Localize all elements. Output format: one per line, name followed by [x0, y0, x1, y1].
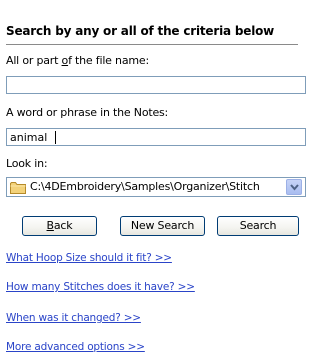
filename-field[interactable]	[6, 76, 306, 94]
text-caret	[55, 131, 56, 144]
look-in-label: Look in:	[6, 157, 48, 170]
hoop-size-link[interactable]: What Hoop Size should it fit? >>	[6, 252, 172, 264]
notes-field[interactable]	[6, 128, 306, 146]
look-in-value: C:\4DEmbroidery\Samples\Organizer\Stitch	[30, 180, 260, 193]
filename-input[interactable]	[7, 77, 305, 93]
changed-link[interactable]: When was it changed? >>	[6, 312, 141, 324]
filename-label-post: f the file name:	[68, 54, 149, 67]
notes-label: A word or phrase in the Notes:	[6, 106, 169, 119]
advanced-options-link[interactable]: More advanced options >>	[6, 341, 145, 353]
search-criteria-header: Search by any or all of the criteria bel…	[6, 22, 298, 45]
header-title: Search by any or all of the criteria bel…	[6, 24, 275, 38]
notes-input[interactable]	[7, 129, 305, 145]
back-button-accesskey: B	[46, 219, 55, 232]
look-in-combobox[interactable]: C:\4DEmbroidery\Samples\Organizer\Stitch	[6, 177, 306, 197]
filename-label: All or part of the file name:	[6, 54, 149, 67]
back-button[interactable]: Back	[22, 216, 97, 236]
folder-icon	[10, 181, 26, 194]
search-button[interactable]: Search	[217, 216, 299, 236]
chevron-down-icon[interactable]	[286, 179, 302, 195]
back-button-label: ack	[53, 219, 73, 232]
stitches-link[interactable]: How many Stitches does it have? >>	[6, 281, 195, 293]
new-search-button[interactable]: New Search	[120, 216, 205, 236]
filename-label-pre: All or part	[6, 54, 62, 67]
